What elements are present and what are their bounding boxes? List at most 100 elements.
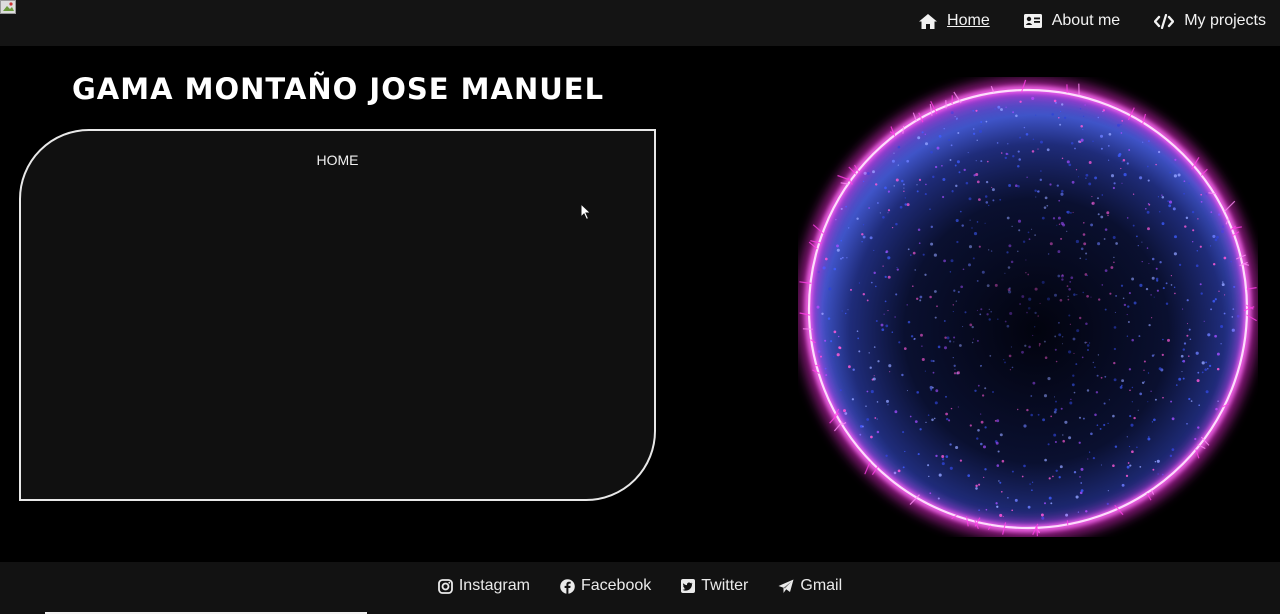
orb-particle xyxy=(976,339,979,342)
orb-particle xyxy=(1126,217,1129,219)
orb-particle xyxy=(1153,418,1156,422)
orb-particle xyxy=(1009,311,1013,316)
orb-particle xyxy=(1097,354,1100,356)
orb-particle xyxy=(1017,219,1022,223)
orb-particle xyxy=(1098,298,1101,301)
orb-particle xyxy=(1100,147,1103,150)
orb-particle xyxy=(1194,437,1197,441)
orb-particle xyxy=(1212,299,1216,303)
orb-particle xyxy=(1016,408,1019,411)
orb-particle xyxy=(999,481,1002,484)
orb-particle xyxy=(910,254,912,256)
particle-orb-image xyxy=(798,78,1258,537)
orb-particle xyxy=(924,133,926,135)
orb-particle xyxy=(919,299,922,302)
orb-particle xyxy=(1186,299,1189,302)
orb-particle xyxy=(1104,308,1107,311)
orb-particle xyxy=(1054,408,1058,412)
orb-particle xyxy=(1181,360,1184,363)
social-link-facebook[interactable]: Facebook xyxy=(560,577,651,595)
orb-particle xyxy=(1075,239,1079,244)
orb-particle xyxy=(1128,445,1131,448)
orb-particle xyxy=(1192,241,1194,243)
orb-particle xyxy=(1031,489,1033,492)
orb-particle xyxy=(872,377,876,381)
orb-particle xyxy=(1005,152,1008,156)
orb-particle xyxy=(929,295,932,299)
social-link-instagram[interactable]: Instagram xyxy=(437,577,530,595)
orb-particle xyxy=(1182,377,1185,380)
orb-particle xyxy=(969,424,972,427)
orb-particle xyxy=(1053,99,1057,103)
orb-particle xyxy=(1068,314,1071,317)
social-link-gmail[interactable]: Gmail xyxy=(778,577,842,595)
orb-particle xyxy=(1076,294,1078,296)
orb-particle xyxy=(1007,143,1009,145)
orb-particle xyxy=(1029,483,1031,485)
orb-particle xyxy=(1128,292,1131,295)
orb-particle xyxy=(986,160,989,163)
social-link-twitter[interactable]: Twitter xyxy=(681,577,748,595)
orb-particle xyxy=(1011,509,1014,512)
orb-particle xyxy=(1126,314,1128,316)
orb-particle xyxy=(1136,446,1138,448)
orb-particle xyxy=(1080,125,1083,128)
orb-particle xyxy=(1000,108,1003,111)
orb-particle xyxy=(1008,184,1012,187)
orb-particle xyxy=(1049,242,1053,246)
orb-particle xyxy=(952,304,955,306)
orb-particle xyxy=(1137,409,1139,411)
orb-particle xyxy=(1043,340,1046,343)
orb-particle xyxy=(911,285,914,288)
orb-particle xyxy=(1088,451,1091,453)
orb-particle xyxy=(1113,256,1115,259)
orb-particle xyxy=(941,458,945,461)
orb-particle xyxy=(1080,138,1084,142)
orb-particle xyxy=(884,300,887,303)
orb-particle xyxy=(904,197,906,199)
orb-particle xyxy=(1155,267,1158,270)
orb-particle xyxy=(1145,287,1149,291)
mouse-cursor-icon xyxy=(580,203,592,221)
orb-particle xyxy=(1003,358,1005,361)
nav-item-home[interactable]: Home xyxy=(919,12,990,30)
orb-particle xyxy=(1034,287,1038,291)
orb-particle xyxy=(1067,298,1070,301)
orb-particle xyxy=(901,373,904,377)
nav-item-projects[interactable]: My projects xyxy=(1154,12,1266,30)
orb-particle xyxy=(1214,238,1218,242)
orb-particle xyxy=(1112,186,1116,190)
orb-particle xyxy=(1201,371,1204,374)
orb-particle xyxy=(903,190,905,192)
orb-particle xyxy=(1075,169,1078,171)
orb-particle xyxy=(1186,334,1189,337)
orb-particle xyxy=(1019,303,1022,305)
orb-particle xyxy=(956,160,960,164)
orb-particle xyxy=(996,419,1000,423)
orb-particle xyxy=(956,117,958,120)
orb-particle xyxy=(1123,173,1127,177)
orb-particle xyxy=(1083,242,1087,246)
social-label-twitter: Twitter xyxy=(701,577,749,594)
nav-item-about[interactable]: About me xyxy=(1023,12,1120,30)
orb-particle xyxy=(1024,344,1027,347)
orb-particle xyxy=(1220,343,1222,345)
orb-particle xyxy=(1074,147,1076,150)
orb-particle xyxy=(1159,261,1162,264)
orb-particle xyxy=(1060,192,1064,196)
orb-particle xyxy=(882,216,885,219)
orb-particle xyxy=(1086,341,1088,343)
orb-particle xyxy=(848,227,850,229)
orb-particle xyxy=(981,394,985,397)
orb-particle xyxy=(1221,225,1225,228)
orb-particle xyxy=(1070,398,1072,401)
top-navbar: Home About me My projects xyxy=(0,0,1280,46)
orb-particle xyxy=(1060,221,1064,225)
orb-particle xyxy=(1034,189,1037,192)
orb-particle xyxy=(996,142,999,144)
orb-particle xyxy=(816,305,820,309)
orb-particle xyxy=(1008,354,1012,358)
orb-particle xyxy=(1047,443,1050,446)
orb-particle xyxy=(1200,200,1203,203)
orb-particle xyxy=(1174,158,1177,161)
